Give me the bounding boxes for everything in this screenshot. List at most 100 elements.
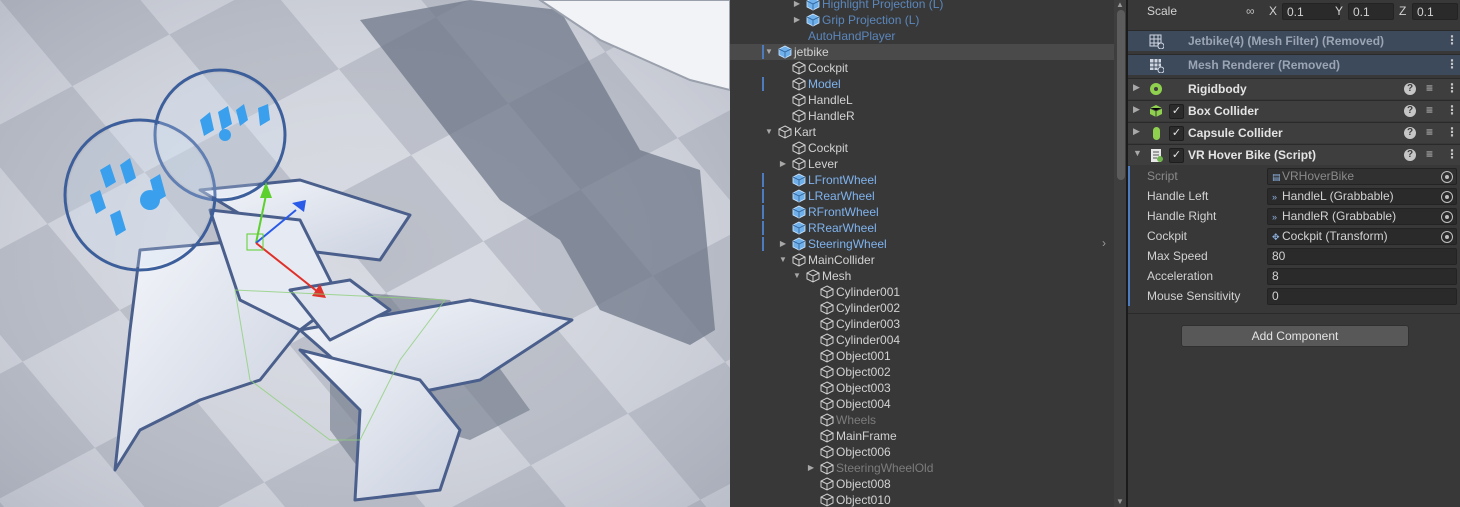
collapsed-arrow-icon[interactable]: ▶ (1133, 104, 1140, 115)
hierarchy-item[interactable]: Object004 (730, 396, 1114, 412)
component-header[interactable]: ▶ ✓ Capsule Collider? ≡ ⋮ (1128, 122, 1460, 143)
hierarchy-item[interactable]: Cylinder003 (730, 316, 1114, 332)
hierarchy-item[interactable]: ▼ Mesh (730, 268, 1114, 284)
hierarchy-item[interactable]: LFrontWheel (730, 172, 1114, 188)
collapsed-arrow-icon[interactable]: ▶ (806, 460, 816, 476)
collapsed-arrow-icon[interactable]: ▶ (1133, 126, 1140, 137)
component-header[interactable]: ▶ Rigidbody? ≡ ⋮ (1128, 78, 1460, 99)
component-enabled-checkbox[interactable]: ✓ (1169, 148, 1184, 163)
scale-z-label[interactable]: Z (1399, 4, 1406, 18)
hierarchy-item[interactable]: ▼ Kart (730, 124, 1114, 140)
kebab-menu-icon[interactable]: ⋮ (1446, 147, 1458, 161)
hierarchy-item[interactable]: HandleR (730, 108, 1114, 124)
expanded-arrow-icon[interactable]: ▼ (1133, 148, 1142, 158)
kebab-menu-icon[interactable]: ⋮ (1446, 57, 1458, 71)
object-picker-icon[interactable] (1441, 191, 1453, 203)
help-icon[interactable]: ? (1404, 105, 1416, 117)
help-icon[interactable]: ? (1404, 83, 1416, 95)
scale-y-label[interactable]: Y (1335, 4, 1343, 18)
hierarchy-item[interactable]: Object010 (730, 492, 1114, 507)
hierarchy-item[interactable]: Cockpit (730, 140, 1114, 156)
chevron-right-icon[interactable]: › (1102, 236, 1106, 250)
hierarchy-item[interactable]: LRearWheel (730, 188, 1114, 204)
hierarchy-item-label: SteeringWheel (808, 237, 887, 251)
help-icon[interactable]: ? (1404, 127, 1416, 139)
scale-x-field[interactable]: 0.1 (1282, 3, 1340, 20)
gameobject-icon (820, 285, 834, 299)
expanded-arrow-icon[interactable]: ▼ (778, 252, 788, 268)
kebab-menu-icon[interactable]: ⋮ (1446, 33, 1458, 47)
component-enabled-checkbox[interactable]: ✓ (1169, 126, 1184, 141)
hierarchy-item[interactable]: ▶ Grip Projection (L) (730, 12, 1114, 28)
hierarchy-item[interactable]: ▼ MainCollider (730, 252, 1114, 268)
hierarchy-item[interactable]: RFrontWheel (730, 204, 1114, 220)
hierarchy-item[interactable]: Object006 (730, 444, 1114, 460)
property-field[interactable]: ✥ Cockpit (Transform) (1267, 228, 1457, 245)
hierarchy-item[interactable]: ▶ Highlight Projection (L) (730, 0, 1114, 12)
hierarchy-item[interactable]: ▼ jetbike (730, 44, 1114, 60)
presets-icon[interactable]: ≡ (1426, 81, 1433, 95)
collapsed-arrow-icon[interactable]: ▶ (792, 0, 802, 12)
property-field[interactable]: 0 (1267, 288, 1457, 305)
presets-icon[interactable]: ≡ (1426, 125, 1433, 139)
scale-z-field[interactable]: 0.1 (1412, 3, 1458, 20)
property-field[interactable]: » HandleR (Grabbable) (1267, 208, 1457, 225)
object-picker-icon[interactable] (1441, 171, 1453, 183)
component-header[interactable]: Mesh Renderer (Removed) ⋮ (1128, 54, 1460, 75)
collapsed-arrow-icon[interactable]: ▶ (1133, 82, 1140, 93)
object-picker-icon[interactable] (1441, 211, 1453, 223)
presets-icon[interactable]: ≡ (1426, 147, 1433, 161)
hierarchy-tree[interactable]: ▶ Highlight Projection (L) ▶ Grip Projectio… (730, 0, 1114, 507)
help-icon[interactable]: ? (1404, 149, 1416, 161)
expanded-arrow-icon[interactable]: ▼ (764, 124, 774, 140)
scene-render[interactable] (0, 0, 730, 507)
hierarchy-item[interactable]: Cockpit (730, 60, 1114, 76)
hierarchy-item[interactable]: Cylinder001 (730, 284, 1114, 300)
scroll-down-arrow-icon[interactable]: ▼ (1116, 497, 1124, 506)
component-header[interactable]: Jetbike(4) (Mesh Filter) (Removed) ⋮ (1128, 30, 1460, 51)
hierarchy-item[interactable]: MainFrame (730, 428, 1114, 444)
collapsed-arrow-icon[interactable]: ▶ (792, 12, 802, 28)
hierarchy-item[interactable]: Object003 (730, 380, 1114, 396)
expanded-arrow-icon[interactable]: ▼ (764, 44, 774, 60)
add-component-button[interactable]: Add Component (1181, 325, 1409, 347)
inspector-panel[interactable]: Scale ∞ X 0.1 Y 0.1 Z 0.1 Jetbike(4) (Me… (1128, 0, 1460, 507)
constrain-proportions-icon[interactable]: ∞ (1246, 4, 1255, 18)
kebab-menu-icon[interactable]: ⋮ (1446, 103, 1458, 117)
hierarchy-item[interactable]: AutoHandPlayer (730, 28, 1114, 44)
hierarchy-item[interactable]: ▶ Lever (730, 156, 1114, 172)
component-header[interactable]: ▶ ✓ Box Collider? ≡ ⋮ (1128, 100, 1460, 121)
hierarchy-item[interactable]: Object002 (730, 364, 1114, 380)
property-field[interactable]: 8 (1267, 268, 1457, 285)
scale-label: Scale (1147, 4, 1178, 18)
scroll-up-arrow-icon[interactable]: ▲ (1116, 0, 1124, 9)
hierarchy-item[interactable]: ▶ SteeringWheel (730, 236, 1114, 252)
hierarchy-item[interactable]: Cylinder002 (730, 300, 1114, 316)
hierarchy-item[interactable]: Object008 (730, 476, 1114, 492)
hierarchy-item[interactable]: Object001 (730, 348, 1114, 364)
prefab-override-marker (762, 189, 764, 203)
scene-view[interactable] (0, 0, 730, 507)
hierarchy-item[interactable]: ▶ SteeringWheelOld (730, 460, 1114, 476)
prefab-override-marker (762, 221, 764, 235)
hierarchy-item[interactable]: HandleL (730, 92, 1114, 108)
component-enabled-checkbox[interactable]: ✓ (1169, 104, 1184, 119)
hierarchy-item[interactable]: RRearWheel (730, 220, 1114, 236)
scale-x-label[interactable]: X (1269, 4, 1277, 18)
hierarchy-item[interactable]: Model (730, 76, 1114, 92)
component-header[interactable]: ▼ ✓ VR Hover Bike (Script)? ≡ ⋮ (1128, 144, 1460, 165)
object-picker-icon[interactable] (1441, 231, 1453, 243)
scrollbar-thumb[interactable] (1117, 10, 1125, 180)
kebab-menu-icon[interactable]: ⋮ (1446, 125, 1458, 139)
kebab-menu-icon[interactable]: ⋮ (1446, 81, 1458, 95)
presets-icon[interactable]: ≡ (1426, 103, 1433, 117)
collapsed-arrow-icon[interactable]: ▶ (778, 156, 788, 172)
hierarchy-panel[interactable]: ▶ Highlight Projection (L) ▶ Grip Projectio… (730, 0, 1128, 507)
hierarchy-item[interactable]: Wheels (730, 412, 1114, 428)
hierarchy-item[interactable]: Cylinder004 (730, 332, 1114, 348)
expanded-arrow-icon[interactable]: ▼ (792, 268, 802, 284)
collapsed-arrow-icon[interactable]: ▶ (778, 236, 788, 252)
scale-y-field[interactable]: 0.1 (1348, 3, 1394, 20)
property-field[interactable]: 80 (1267, 248, 1457, 265)
property-field[interactable]: » HandleL (Grabbable) (1267, 188, 1457, 205)
